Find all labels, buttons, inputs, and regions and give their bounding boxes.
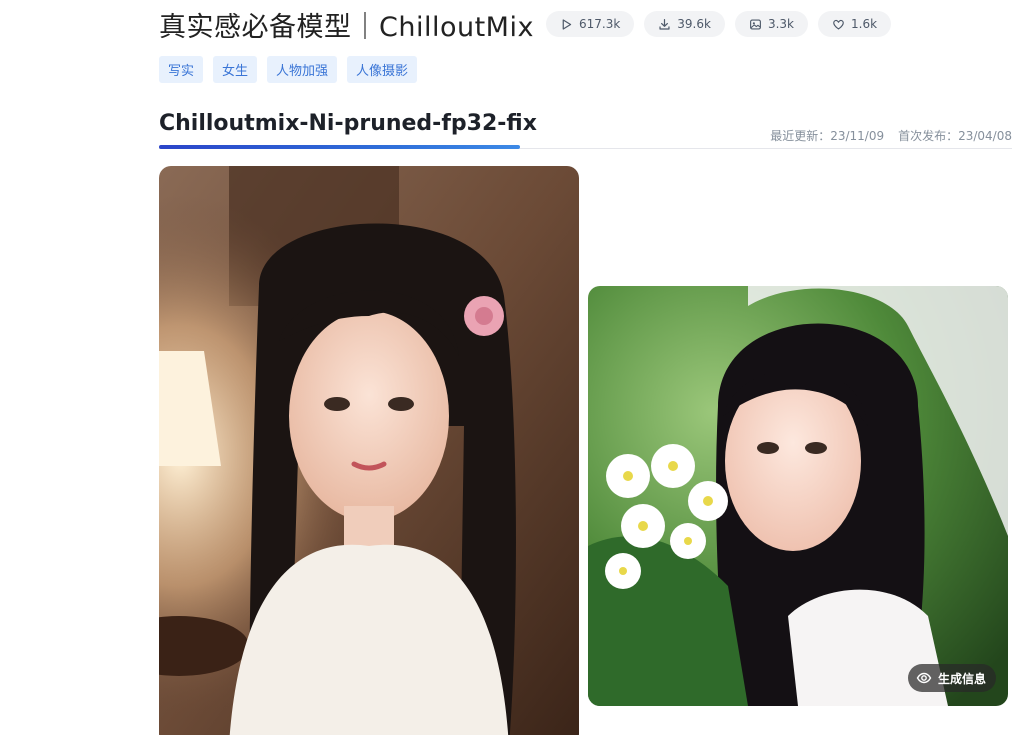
version-tab[interactable]: Chilloutmix-Ni-pruned-fp32-fix [159, 111, 537, 136]
download-count: 39.6k [677, 17, 711, 31]
portrait-image [159, 166, 579, 735]
version-tab-underline [159, 145, 520, 149]
model-stats: 617.3k 39.6k 3.3k 1.6k [545, 11, 892, 37]
run-count: 617.3k [578, 17, 621, 31]
run-count-stat: 617.3k [545, 11, 635, 37]
heart-icon [833, 19, 844, 30]
tag-list: 写实 女生 人物加强 人像摄影 [159, 56, 418, 83]
eye-icon [916, 672, 932, 684]
tag-item[interactable]: 女生 [213, 56, 258, 83]
portrait-image [588, 286, 1008, 706]
first-published-date: 首次发布：23/04/08 [898, 129, 1012, 143]
version-bar: Chilloutmix-Ni-pruned-fp32-fix 最近更新：23/1… [159, 108, 1012, 149]
title-row: 真实感必备模型｜ChilloutMix 617.3k 39.6k 3.3k 1.… [159, 4, 892, 44]
generation-info-label: 生成信息 [937, 671, 986, 686]
tag-item[interactable]: 人物加强 [267, 56, 338, 83]
model-title: 真实感必备模型｜ChilloutMix [159, 11, 534, 43]
last-updated-date: 最近更新：23/11/09 [770, 129, 885, 143]
image-icon [750, 18, 761, 30]
model-detail-page: 真实感必备模型｜ChilloutMix 617.3k 39.6k 3.3k 1.… [0, 0, 1027, 735]
download-icon [659, 18, 670, 30]
tag-item[interactable]: 人像摄影 [347, 56, 418, 83]
image-count: 3.3k [767, 17, 794, 31]
tag-item[interactable]: 写实 [159, 56, 204, 83]
like-count-stat[interactable]: 1.6k [818, 11, 892, 37]
image-count-stat: 3.3k [734, 11, 808, 37]
version-dates: 最近更新：23/11/09 首次发布：23/04/08 [770, 127, 1012, 144]
sample-image-1[interactable] [159, 166, 579, 735]
download-count-stat: 39.6k [644, 11, 725, 37]
play-icon [562, 18, 572, 30]
sample-image-2[interactable]: 生成信息 [588, 286, 1008, 706]
generation-info-button[interactable]: 生成信息 [907, 664, 996, 692]
like-count: 1.6k [851, 17, 878, 31]
